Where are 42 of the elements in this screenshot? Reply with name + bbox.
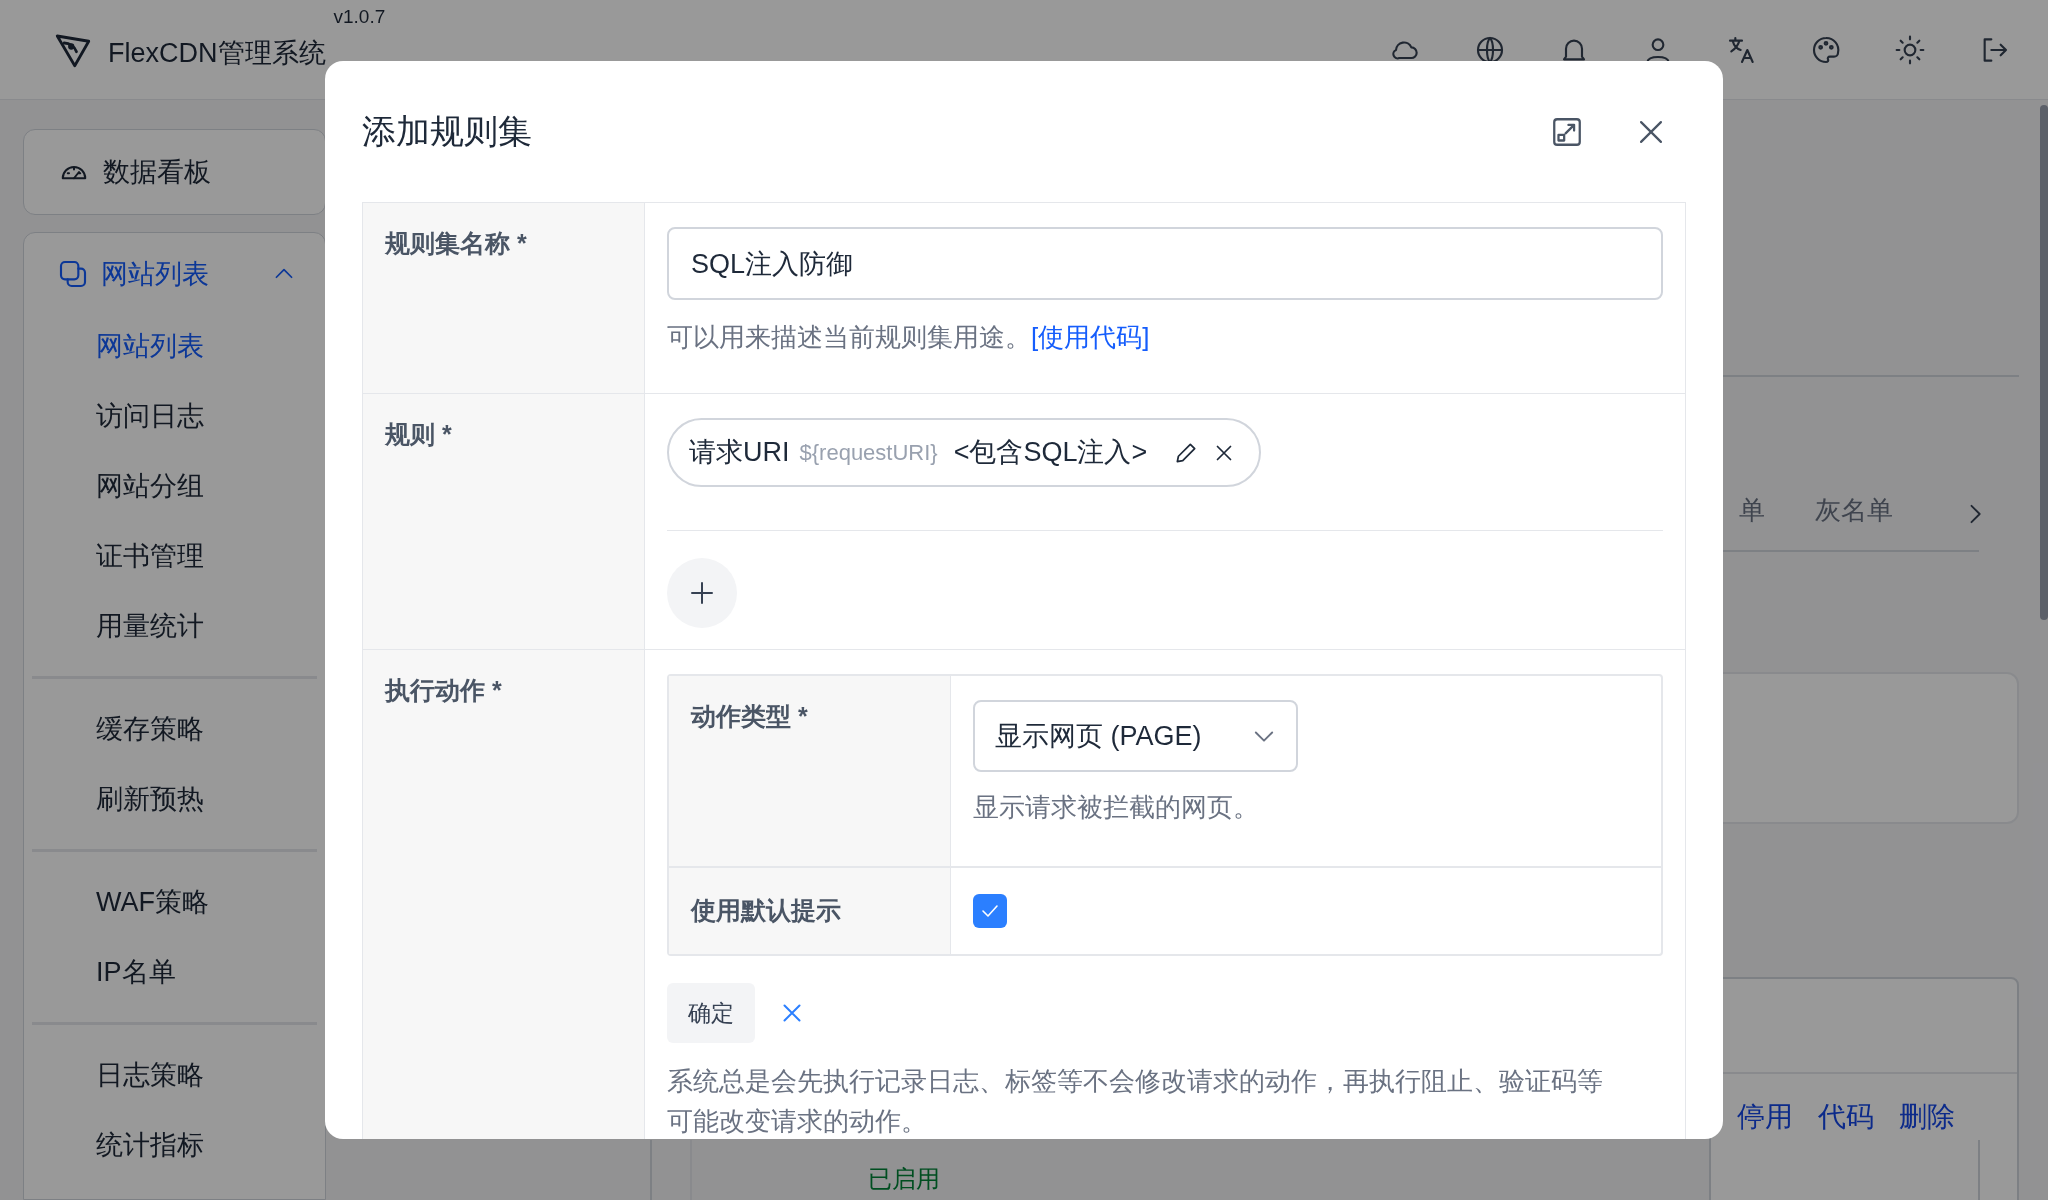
sidebar-item[interactable]: 访问日志 xyxy=(32,381,317,451)
section-header[interactable]: 网站列表 xyxy=(24,253,325,295)
field-label: 规则集名称 * xyxy=(385,229,527,257)
field-hint: 显示请求被拦截的网页。 xyxy=(973,791,1259,824)
sidebar-item[interactable]: 网站分组 xyxy=(32,451,317,521)
status-label: 已启用 xyxy=(868,1164,940,1194)
copy-icon xyxy=(57,258,89,290)
sidebar-item[interactable]: 网站列表 xyxy=(32,311,317,381)
field-hint: 可以用来描述当前规则集用途。[使用代码] xyxy=(667,321,1150,354)
scrollbar[interactable] xyxy=(2040,105,2048,620)
app-name: FlexCDN管理系统 xyxy=(108,37,326,71)
sidebar-item[interactable]: 证书管理 xyxy=(32,521,317,591)
sun-icon[interactable] xyxy=(1894,33,1926,66)
action-type-dropdown[interactable]: 显示网页 (PAGE) xyxy=(973,700,1298,772)
rule-operator: <包含SQL注入> xyxy=(953,436,1148,470)
sidebar-item[interactable]: 刷新预热 xyxy=(32,764,317,834)
dialog-title: 添加规则集 xyxy=(362,111,532,152)
sidebar-item[interactable]: 日志策略 xyxy=(32,1040,317,1110)
sidebar-item[interactable]: 统计指标 xyxy=(32,1110,317,1180)
field-label: 使用默认提示 xyxy=(691,895,841,927)
rule-param: ${requestURI} xyxy=(799,439,938,467)
sidebar-item[interactable]: 缓存策略 xyxy=(32,694,317,764)
row-action-link[interactable]: 代码 xyxy=(1818,1096,1874,1138)
field-label: 执行动作 * xyxy=(385,676,502,704)
sidebar-item[interactable]: WAF策略 xyxy=(32,867,317,937)
use-code-link[interactable]: [使用代码] xyxy=(1031,322,1150,352)
dashboard-nav-item[interactable]: 数据看板 xyxy=(23,129,326,215)
version-label: v1.0.7 xyxy=(333,5,386,30)
tab[interactable]: 单 xyxy=(1739,491,1765,530)
checkbox[interactable] xyxy=(973,894,1007,928)
sidebar-item[interactable]: 用量统计 xyxy=(32,591,317,661)
note-text: 系统总是会先执行记录日志、标签等不会修改请求的动作，再执行阻止、验证码等可能改变请求的动作。 xyxy=(667,1065,1604,1138)
rule-name: 请求URI xyxy=(689,436,790,470)
field-label: 规则 * xyxy=(385,420,452,448)
name-input-field[interactable]: SQL注入防御 xyxy=(667,227,1663,300)
sidebar-item[interactable]: IP名单 xyxy=(32,937,317,1007)
row-action-link[interactable]: 删除 xyxy=(1899,1096,1955,1138)
field-label: 动作类型 * xyxy=(691,702,808,730)
tab[interactable]: 灰名单 xyxy=(1815,491,1893,530)
row-action-link[interactable]: 停用 xyxy=(1737,1096,1793,1138)
rule-tag[interactable]: 请求URI ${requestURI} <包含SQL注入> xyxy=(667,418,1262,487)
confirm-button[interactable]: 确定 xyxy=(667,983,755,1043)
